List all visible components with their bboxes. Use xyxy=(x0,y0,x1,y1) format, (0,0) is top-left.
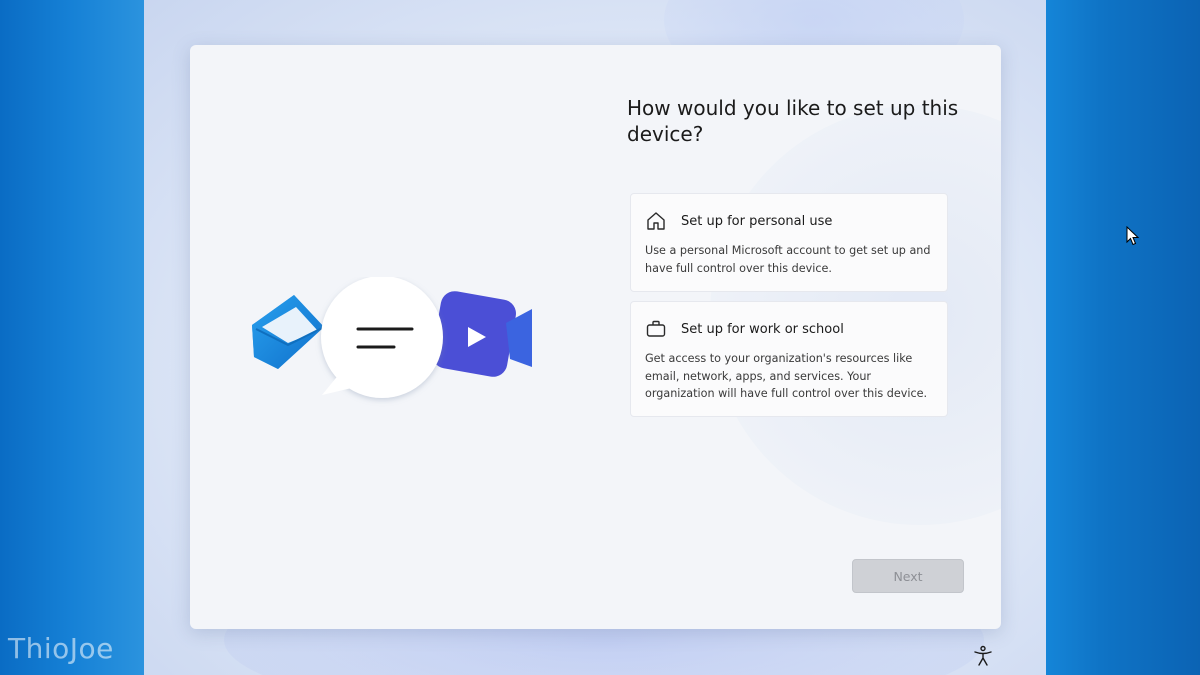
next-button[interactable]: Next xyxy=(852,559,964,593)
option-description: Use a personal Microsoft account to get … xyxy=(645,244,931,275)
briefcase-icon xyxy=(645,318,667,340)
option-title: Set up for work or school xyxy=(681,321,844,337)
setup-illustration xyxy=(248,276,548,407)
option-title: Set up for personal use xyxy=(681,213,833,229)
personal-use-option[interactable]: Set up for personal use Use a personal M… xyxy=(630,193,948,292)
setup-dialog: How would you like to set up this device… xyxy=(190,45,1001,629)
video-camera-icon xyxy=(432,291,532,377)
watermark: ThioJoe xyxy=(8,632,114,665)
option-header: Set up for personal use xyxy=(645,210,832,232)
page-title: How would you like to set up this device… xyxy=(627,96,959,146)
home-icon xyxy=(645,210,667,232)
option-description: Get access to your organization's resour… xyxy=(645,352,928,400)
chat-bubble-icon xyxy=(321,276,443,398)
mouse-cursor-icon xyxy=(1126,225,1140,246)
accessibility-icon[interactable] xyxy=(973,645,993,667)
work-school-option[interactable]: Set up for work or school Get access to … xyxy=(630,301,948,417)
mail-icon xyxy=(252,295,325,369)
option-header: Set up for work or school xyxy=(645,318,844,340)
